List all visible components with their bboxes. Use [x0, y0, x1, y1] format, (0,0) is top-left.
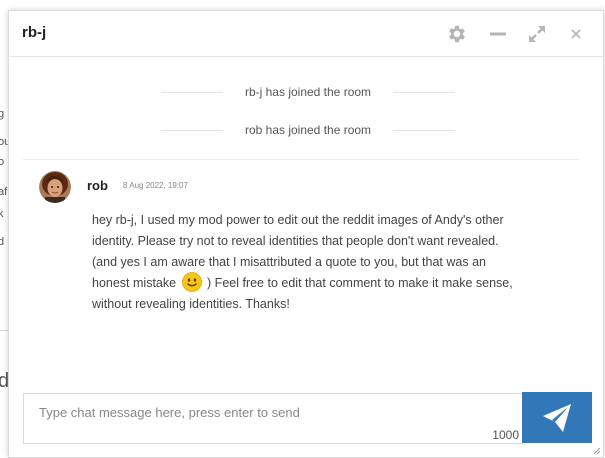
expand-icon: [529, 26, 545, 42]
character-count: 1000: [492, 428, 519, 442]
avatar[interactable]: [39, 171, 71, 203]
minimize-button[interactable]: [486, 22, 510, 46]
divider-line: [161, 91, 223, 93]
message-line: hey rb-j, I used my mod power to edit ou…: [92, 213, 504, 227]
divider-line: [161, 129, 223, 131]
system-message: rb-j has joined the room: [161, 84, 456, 100]
message-line: honest mistake ) Feel free to edit that …: [92, 272, 562, 294]
chat-header: rb-j: [9, 11, 603, 57]
edge-divider: [0, 330, 8, 331]
minimize-icon: [490, 32, 506, 36]
send-icon: [543, 403, 571, 432]
edge-text-fragment: d: [0, 370, 8, 392]
system-message: rob has joined the room: [161, 122, 456, 138]
message-text: ) Feel free to edit that comment to make…: [207, 276, 513, 291]
gear-icon: [449, 25, 465, 43]
edge-text-fragment: k: [0, 208, 4, 220]
system-message-text: rob has joined the room: [244, 123, 372, 137]
close-icon: [571, 29, 581, 39]
message-divider: [23, 159, 579, 160]
message-author[interactable]: rob: [87, 178, 108, 193]
chat-title: rb-j: [22, 24, 47, 41]
divider-line: [393, 91, 456, 93]
message-body: hey rb-j, I used my mod power to edit ou…: [92, 210, 562, 315]
close-button[interactable]: [564, 22, 588, 46]
avatar-image: [39, 171, 71, 203]
edge-text-fragment: g: [0, 108, 5, 120]
divider-line: [393, 129, 456, 131]
resize-grip-icon[interactable]: [593, 447, 601, 455]
edge-text-fragment: o: [0, 156, 5, 168]
settings-button[interactable]: [445, 22, 469, 46]
chat-window: rb-j rb-j has joined the room rob has jo…: [8, 10, 604, 458]
background-page-edge: g ou o af k d d: [0, 0, 8, 458]
message-timestamp: 8 Aug 2022, 19:07: [123, 181, 188, 190]
chat-message-input[interactable]: [24, 394, 522, 443]
message-line: identity. Please try not to reveal ident…: [92, 233, 499, 248]
message-text: honest mistake: [92, 276, 177, 291]
smiley-emoji-icon: [181, 272, 202, 293]
message-line: without revealing identities. Thanks!: [92, 297, 290, 312]
edge-text-fragment: af: [0, 186, 8, 198]
message-line: (and yes I am aware that I misattributed…: [92, 254, 486, 269]
send-button[interactable]: [522, 392, 592, 443]
edge-text-fragment: d: [0, 236, 5, 248]
message-list: rb-j has joined the room rob has joined …: [9, 58, 603, 388]
chat-input-container: 1000: [23, 393, 523, 444]
system-message-text: rb-j has joined the room: [244, 85, 372, 99]
expand-button[interactable]: [525, 22, 549, 46]
edge-text-fragment: ou: [0, 136, 8, 148]
